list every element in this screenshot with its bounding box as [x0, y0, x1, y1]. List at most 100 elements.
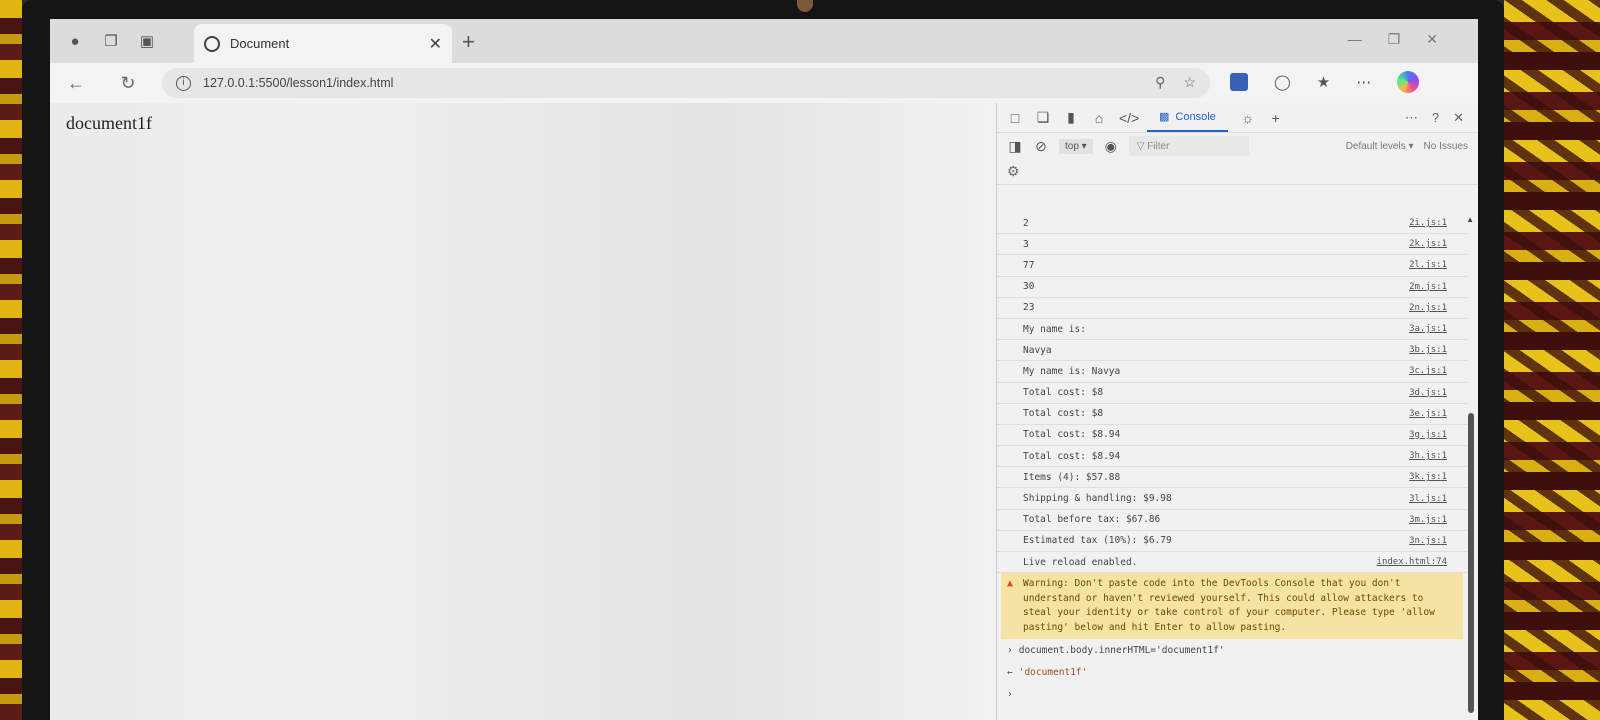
- log-source-link[interactable]: 2m.js:1: [1409, 282, 1447, 292]
- log-source-link[interactable]: 3g.js:1: [1409, 430, 1447, 440]
- log-text: Total before tax: $67.86: [1023, 514, 1161, 526]
- console-scrollbar[interactable]: ▲: [1466, 213, 1474, 720]
- favorites-icon[interactable]: ★: [1317, 73, 1330, 91]
- devtools-toolbar: □ ❏ ▮ ⌂ </> ▩ Console ☼ + ⋯ ? ✕: [997, 103, 1478, 133]
- browser-essentials-icon[interactable]: ◯: [1274, 73, 1291, 91]
- paste-warning: ▲ Warning: Don't paste code into the Dev…: [1001, 573, 1463, 640]
- log-text: Total cost: $8.94: [1023, 429, 1121, 441]
- debug-icon[interactable]: ☼: [1240, 110, 1256, 126]
- more-tools-icon[interactable]: +: [1268, 110, 1284, 126]
- console-icon: ▩: [1159, 111, 1170, 123]
- scroll-up-icon[interactable]: ▲: [1466, 215, 1474, 224]
- help-icon[interactable]: ?: [1432, 110, 1439, 126]
- result-arrow-icon: ←: [1007, 666, 1013, 678]
- reload-icon[interactable]: ↻: [116, 73, 140, 94]
- log-source-link[interactable]: 3h.js:1: [1409, 451, 1447, 461]
- log-text: Total cost: $8: [1023, 387, 1104, 399]
- log-text: 2: [1023, 217, 1029, 229]
- dock-icon[interactable]: ▮: [1063, 109, 1079, 126]
- log-levels-value: Default levels: [1345, 140, 1406, 152]
- address-bar[interactable]: i 127.0.0.1:5500/lesson1/index.html ⚲ ☆: [162, 68, 1210, 98]
- log-source-link[interactable]: 3d.js:1: [1409, 388, 1447, 398]
- device-emulation-icon[interactable]: ❏: [1035, 109, 1051, 126]
- warning-text: Warning: Don't paste code into the DevTo…: [1023, 578, 1435, 633]
- console-command: › document.body.innerHTML='document1f': [997, 639, 1467, 661]
- log-source-link[interactable]: 3a.js:1: [1409, 324, 1447, 334]
- zoom-icon[interactable]: ⚲: [1155, 74, 1165, 91]
- welcome-icon[interactable]: ⌂: [1091, 110, 1107, 126]
- log-source-link[interactable]: 3c.js:1: [1409, 366, 1447, 376]
- log-row: My name is: 3a.js:1: [997, 319, 1467, 341]
- more-menu-icon[interactable]: ⋯: [1356, 73, 1371, 91]
- page-viewport: document1f: [50, 103, 996, 720]
- log-source-link[interactable]: 3b.js:1: [1409, 345, 1447, 355]
- clear-console-icon[interactable]: ⊘: [1033, 138, 1049, 155]
- log-text: Live reload enabled.: [1023, 556, 1138, 568]
- url-text[interactable]: 127.0.0.1:5500/lesson1/index.html: [203, 76, 393, 90]
- sidebar-toggle-icon[interactable]: ◨: [1007, 138, 1023, 155]
- maximize-icon[interactable]: ❐: [1388, 31, 1401, 48]
- log-text: 77: [1023, 259, 1035, 271]
- devtools-menu-icon[interactable]: ⋯: [1405, 110, 1418, 126]
- page-body-text: document1f: [66, 113, 152, 133]
- close-window-icon[interactable]: ✕: [1426, 31, 1438, 48]
- log-row: 3 2k.js:1: [997, 234, 1467, 256]
- log-row: Navya 3b.js:1: [997, 340, 1467, 362]
- log-source-link[interactable]: 2n.js:1: [1409, 303, 1447, 313]
- close-tab-icon[interactable]: ✕: [429, 34, 442, 54]
- issues-count[interactable]: No Issues: [1424, 141, 1468, 152]
- log-text: Total cost: $8: [1023, 408, 1104, 420]
- log-text: 30: [1023, 281, 1035, 293]
- log-list: 2 2i.js:1 3 2k.js:1 77 2l.js:1 30 2m.js:1 23 2n.j…: [997, 213, 1467, 574]
- command-text: document.body.innerHTML='document1f': [1018, 644, 1225, 656]
- scroll-thumb[interactable]: [1468, 413, 1474, 713]
- log-source-link[interactable]: 3k.js:1: [1409, 472, 1447, 482]
- tab-console[interactable]: ▩ Console: [1147, 104, 1228, 132]
- context-select-value: top: [1065, 140, 1079, 152]
- filter-input[interactable]: ▽ Filter: [1128, 136, 1249, 156]
- laptop-screen: ● ❐ ▣ Document ✕ + — ❐ ✕ ← ↻ i 127.0.0.1…: [50, 19, 1478, 720]
- close-devtools-icon[interactable]: ✕: [1453, 110, 1464, 126]
- log-source-link[interactable]: 2i.js:1: [1409, 218, 1447, 228]
- toolbar-right: ◯ ★ ⋯: [1230, 71, 1420, 93]
- eye-icon[interactable]: ◉: [1103, 138, 1119, 155]
- minimize-icon[interactable]: —: [1348, 31, 1362, 48]
- log-source-link[interactable]: 3e.js:1: [1409, 409, 1447, 419]
- log-text: Navya: [1023, 344, 1052, 356]
- log-text: Total cost: $8.94: [1023, 450, 1121, 462]
- console-log: 2 2i.js:1 3 2k.js:1 77 2l.js:1 30 2m.js:1 23 2n.j…: [997, 213, 1467, 720]
- copilot-icon[interactable]: [1397, 71, 1420, 93]
- log-text: Items (4): $57.88: [1023, 471, 1121, 483]
- log-source-link[interactable]: index.html:74: [1377, 557, 1447, 567]
- profile-icon[interactable]: ●: [64, 30, 86, 52]
- log-source-link[interactable]: 3l.js:1: [1409, 494, 1447, 504]
- new-tab-button[interactable]: +: [462, 29, 475, 55]
- log-row: Estimated tax (10%): $6.79 3n.js:1: [997, 531, 1467, 552]
- inspect-icon[interactable]: □: [1007, 110, 1023, 126]
- extension-icon[interactable]: [1230, 73, 1248, 91]
- log-source-link[interactable]: 2k.js:1: [1409, 239, 1447, 249]
- log-row: Shipping & handling: $9.98 3l.js:1: [997, 488, 1467, 510]
- result-text: 'document1f': [1018, 666, 1088, 678]
- tab-actions-icon[interactable]: ▣: [136, 30, 158, 52]
- workspaces-icon[interactable]: ❐: [100, 30, 122, 52]
- settings-gear-icon[interactable]: ⚙: [1007, 163, 1020, 180]
- log-row: Total cost: $8 3d.js:1: [997, 383, 1467, 404]
- console-prompt[interactable]: ›: [997, 683, 1467, 705]
- globe-icon: [204, 35, 220, 52]
- log-source-link[interactable]: 2l.js:1: [1409, 260, 1447, 270]
- elements-icon[interactable]: </>: [1119, 110, 1139, 126]
- log-source-link[interactable]: 3n.js:1: [1409, 536, 1447, 546]
- site-info-icon[interactable]: i: [176, 75, 191, 91]
- tab-document[interactable]: Document ✕: [194, 24, 452, 63]
- log-row: 30 2m.js:1: [997, 277, 1467, 298]
- context-select[interactable]: top ▾: [1059, 138, 1093, 154]
- log-row: Total cost: $8.94 3h.js:1: [997, 446, 1467, 468]
- favorite-star-icon[interactable]: ☆: [1183, 74, 1196, 91]
- log-text: 23: [1023, 302, 1035, 314]
- log-source-link[interactable]: 3m.js:1: [1409, 515, 1447, 525]
- warning-icon: ▲: [1007, 578, 1014, 590]
- console-result: ← 'document1f': [997, 661, 1467, 683]
- back-icon[interactable]: ←: [64, 73, 88, 94]
- log-levels-select[interactable]: Default levels ▾: [1346, 141, 1414, 152]
